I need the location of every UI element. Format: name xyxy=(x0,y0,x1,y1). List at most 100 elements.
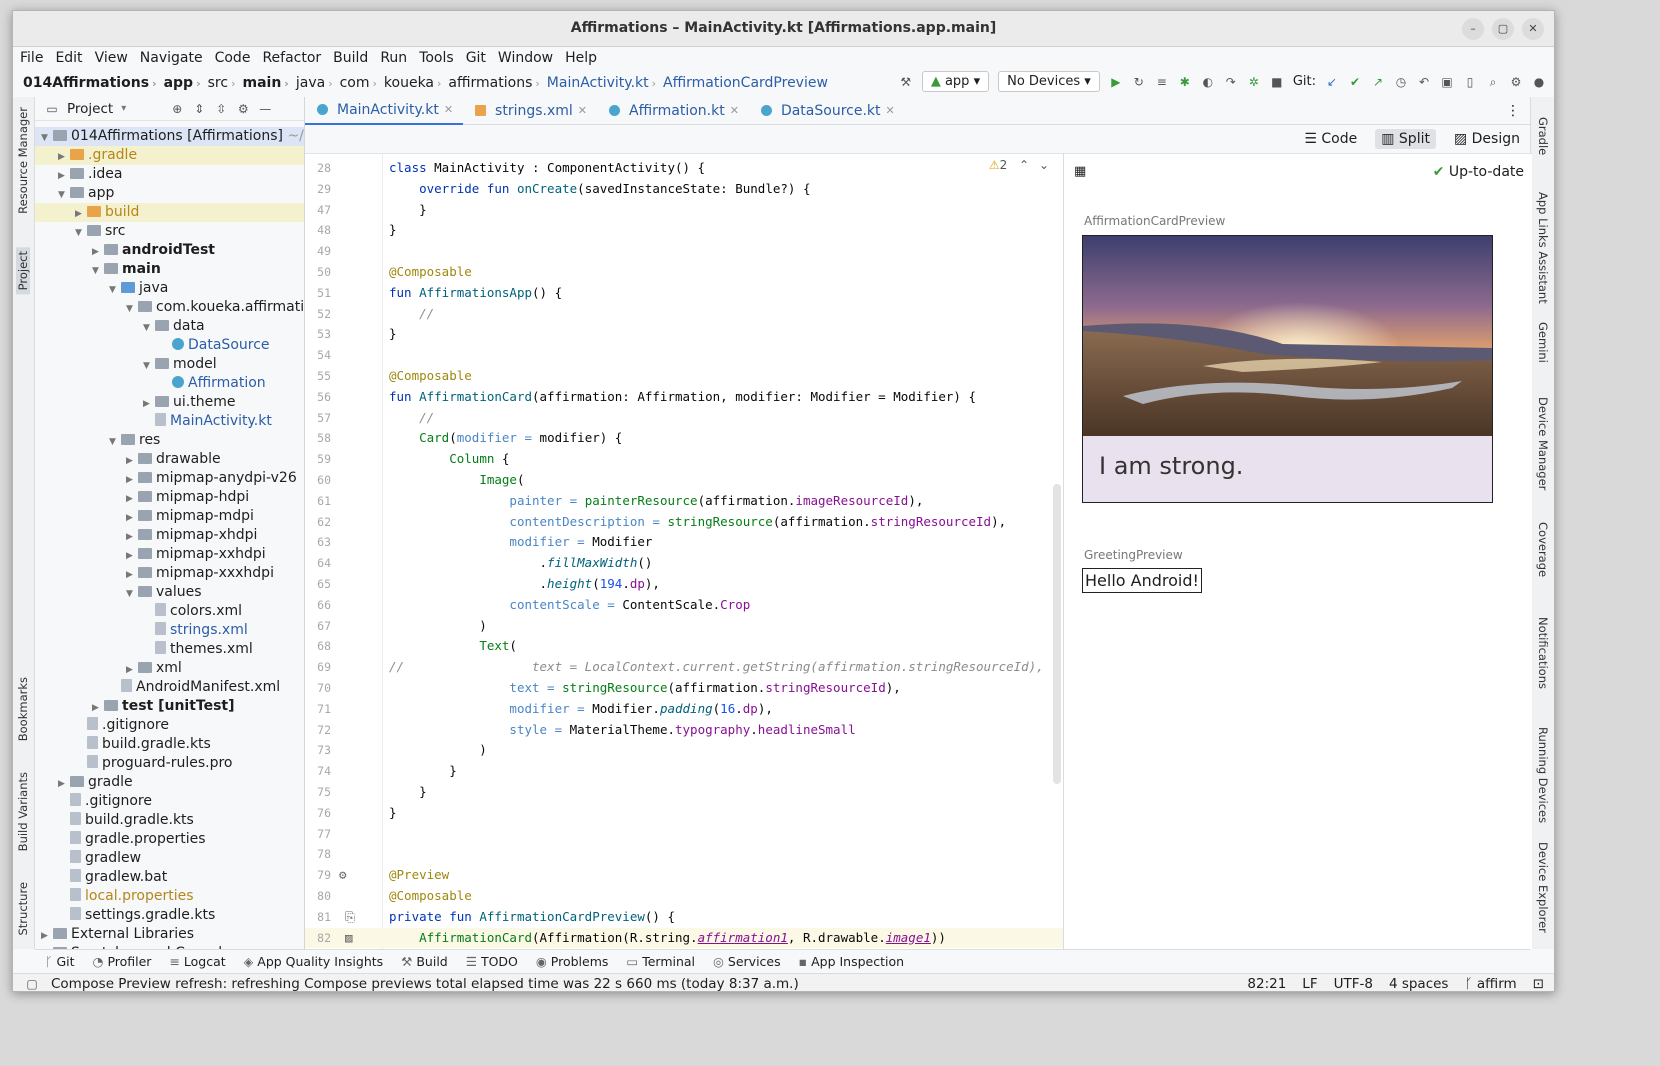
code-line[interactable]: 58 Card(modifier = modifier) { xyxy=(305,428,1063,449)
breadcrumb-item[interactable]: AffirmationCardPreview xyxy=(663,75,828,91)
tab-affirmation-kt[interactable]: Affirmation.kt ✕ xyxy=(597,97,749,125)
tree-item[interactable]: local.properties xyxy=(35,887,304,906)
tree-item[interactable]: ▶ mipmap-mdpi xyxy=(35,507,304,526)
tool-window-running-devices[interactable]: Running Devices xyxy=(1536,727,1550,823)
tree-item[interactable]: ▼ main xyxy=(35,260,304,279)
tree-item[interactable]: ▼ res xyxy=(35,431,304,450)
tree-item[interactable]: ▼014Affirmations [Affirmations] ~/Id xyxy=(35,127,304,146)
code-line[interactable]: 64 .fillMaxWidth() xyxy=(305,553,1063,574)
bottom-tool-profiler[interactable]: ◔ Profiler xyxy=(93,954,152,969)
bottom-tool-problems[interactable]: ◉ Problems xyxy=(536,954,609,969)
image-gutter-icon[interactable]: ▨ xyxy=(345,928,353,949)
tree-item[interactable]: ▶ mipmap-xxhdpi xyxy=(35,545,304,564)
menu-item-tools[interactable]: Tools xyxy=(419,50,454,66)
device-mirror-icon[interactable]: ▣ xyxy=(1440,75,1454,89)
tab-mainactivity-kt[interactable]: MainActivity.kt ✕ xyxy=(305,97,464,125)
git-rollback-icon[interactable]: ↶ xyxy=(1417,75,1431,89)
tree-item[interactable]: gradlew xyxy=(35,849,304,868)
code-line[interactable]: 55 @Composable xyxy=(305,366,1063,387)
tree-item[interactable]: .gitignore xyxy=(35,792,304,811)
status-message[interactable]: Compose Preview refresh: refreshing Comp… xyxy=(51,976,799,992)
tree-item[interactable]: colors.xml xyxy=(35,602,304,621)
chevron-down-icon[interactable]: ▾ xyxy=(121,103,126,114)
tree-item[interactable]: ▶ mipmap-xhdpi xyxy=(35,526,304,545)
tool-window-project[interactable]: Project xyxy=(16,247,30,295)
bottom-tool-app-quality-insights[interactable]: ◈ App Quality Insights xyxy=(244,954,384,969)
code-line[interactable]: 52 // xyxy=(305,304,1063,325)
menu-item-build[interactable]: Build xyxy=(333,50,368,66)
tree-item[interactable]: ▶ test [unitTest] xyxy=(35,697,304,716)
greeting-preview[interactable]: Hello Android! xyxy=(1082,568,1202,593)
gear-icon[interactable]: ⚙ xyxy=(236,102,250,116)
tree-item[interactable]: ▶ build xyxy=(35,203,304,222)
run-config-select[interactable]: ▲ app ▾ xyxy=(921,71,990,92)
tree-item[interactable]: ▼ src xyxy=(35,222,304,241)
tool-window-coverage[interactable]: Coverage xyxy=(1536,522,1550,577)
code-line[interactable]: 71 modifier = Modifier.padding(16.dp), xyxy=(305,699,1063,720)
tool-window-device-explorer[interactable]: Device Explorer xyxy=(1536,842,1550,933)
menu-item-edit[interactable]: Edit xyxy=(55,50,82,66)
settings-icon[interactable]: ⚙ xyxy=(1509,75,1523,89)
menu-item-help[interactable]: Help xyxy=(565,50,597,66)
git-history-icon[interactable]: ◷ xyxy=(1394,75,1408,89)
file-encoding[interactable]: UTF-8 xyxy=(1334,976,1373,991)
affirmation-card-preview[interactable]: I am strong. xyxy=(1082,235,1493,503)
minimize-button[interactable]: – xyxy=(1462,18,1484,40)
tool-window-app-links-assistant[interactable]: App Links Assistant xyxy=(1536,192,1550,304)
menu-item-view[interactable]: View xyxy=(95,50,128,66)
split-mode-button[interactable]: ▥ Split xyxy=(1375,129,1436,149)
account-icon[interactable]: ● xyxy=(1532,75,1546,89)
tree-item[interactable]: ▶ androidTest xyxy=(35,241,304,260)
code-line[interactable]: 54 xyxy=(305,345,1063,366)
menu-item-run[interactable]: Run xyxy=(380,50,407,66)
preview-settings-icon[interactable]: ⚙ xyxy=(339,865,347,886)
code-editor[interactable]: 28 class MainActivity : ComponentActivity… xyxy=(305,153,1064,949)
bottom-tool-logcat[interactable]: ≡ Logcat xyxy=(169,954,225,969)
code-line[interactable]: 74 } xyxy=(305,761,1063,782)
tree-item[interactable]: ▶ mipmap-xxxhdpi xyxy=(35,564,304,583)
design-mode-button[interactable]: ▨ Design xyxy=(1448,129,1526,149)
code-line[interactable]: 81 private fun AffirmationCardPreview() {… xyxy=(305,907,1063,928)
code-line[interactable]: 29 override fun onCreate(savedInstanceSt… xyxy=(305,179,1063,200)
tree-item[interactable]: AndroidManifest.xml xyxy=(35,678,304,697)
tree-item[interactable]: ▶ .gradle xyxy=(35,146,304,165)
device-select[interactable]: No Devices ▾ xyxy=(998,71,1100,92)
editor-scrollbar[interactable] xyxy=(1053,484,1061,784)
bottom-tool-app-inspection[interactable]: ▪ App Inspection xyxy=(799,954,904,969)
code-line[interactable]: 47 } xyxy=(305,200,1063,221)
search-icon[interactable]: ⌕ xyxy=(1486,75,1500,89)
stop-icon[interactable]: ■ xyxy=(1270,75,1284,89)
tool-window-gradle[interactable]: Gradle xyxy=(1536,117,1550,155)
caret-position[interactable]: 82:21 xyxy=(1247,976,1286,991)
code-line[interactable]: 79 @Preview ⚙ xyxy=(305,865,1063,886)
hammer-icon[interactable]: ⚒ xyxy=(899,75,913,89)
code-mode-button[interactable]: ☰ Code xyxy=(1298,129,1363,149)
breadcrumb-item[interactable]: affirmations › xyxy=(448,75,542,91)
breadcrumb-item[interactable]: MainActivity.kt › xyxy=(547,75,659,91)
tool-window-bookmarks[interactable]: Bookmarks xyxy=(16,677,30,741)
apply-changes-icon[interactable]: ≡ xyxy=(1155,75,1169,89)
code-line[interactable]: 65 .height(194.dp), xyxy=(305,574,1063,595)
tree-item[interactable]: ▼ java xyxy=(35,279,304,298)
code-line[interactable]: 48} xyxy=(305,220,1063,241)
breadcrumb-item[interactable]: koueka › xyxy=(384,75,445,91)
prev-highlight-icon[interactable]: ⌃ xyxy=(1019,158,1029,172)
code-line[interactable]: 28 class MainActivity : ComponentActivity… xyxy=(305,158,1063,179)
code-line[interactable]: 61 painter = painterResource(affirmation… xyxy=(305,491,1063,512)
debug-attach-icon[interactable]: ✲ xyxy=(1247,75,1261,89)
debug-icon[interactable]: ✱ xyxy=(1178,75,1192,89)
tree-item[interactable]: Affirmation xyxy=(35,374,304,393)
tool-window-resource-manager[interactable]: Resource Manager xyxy=(16,107,30,214)
menu-item-file[interactable]: File xyxy=(20,50,43,66)
git-commit-icon[interactable]: ✔ xyxy=(1348,75,1362,89)
tree-item[interactable]: ▶ External Libraries xyxy=(35,925,304,944)
breadcrumb-item[interactable]: main › xyxy=(242,75,291,91)
code-line[interactable]: 67 ) xyxy=(305,616,1063,637)
code-line[interactable]: 62 contentDescription = stringResource(a… xyxy=(305,512,1063,533)
code-line[interactable]: 59 Column { xyxy=(305,449,1063,470)
git-branch[interactable]: ᚴ affirm xyxy=(1464,976,1516,991)
code-line[interactable]: 82 AffirmationCard(Affirmation(R.string.… xyxy=(305,927,1063,949)
tree-item[interactable]: themes.xml xyxy=(35,640,304,659)
tree-item[interactable]: MainActivity.kt xyxy=(35,412,304,431)
breadcrumb-item[interactable]: java › xyxy=(296,75,336,91)
